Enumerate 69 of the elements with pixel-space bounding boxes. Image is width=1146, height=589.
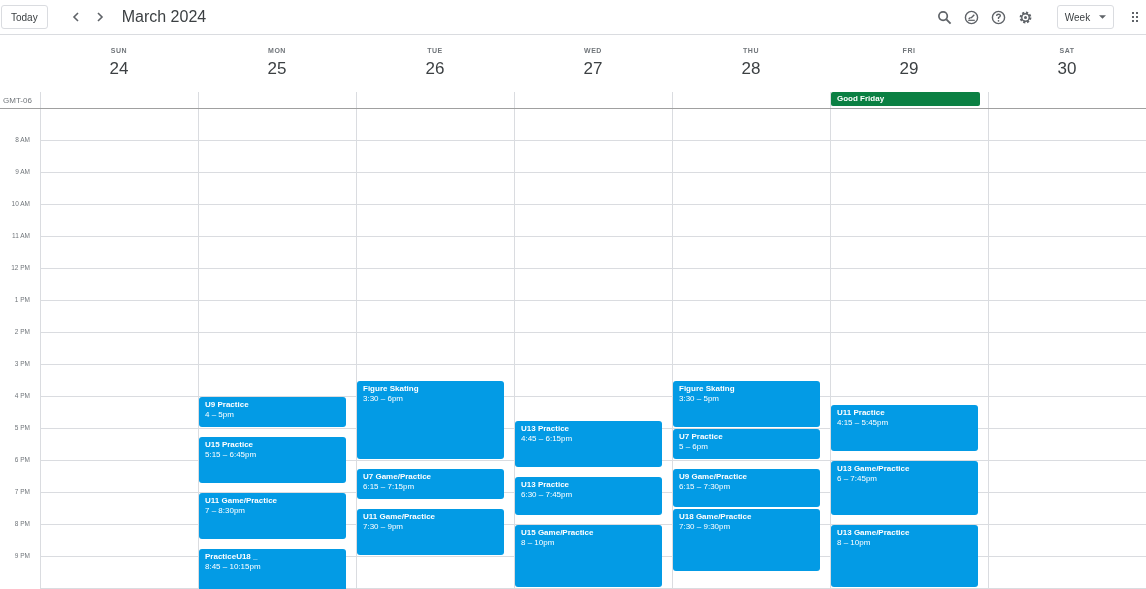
event-time: 4 – 5pm (205, 410, 234, 420)
timezone-label: GMT-06 (3, 95, 32, 105)
event-time: 4:15 – 5:45pm (837, 418, 889, 428)
apps-grid-icon[interactable] (1132, 12, 1138, 22)
event-block[interactable]: U9 Game/Practice 6:15 – 7:30pm (673, 469, 820, 507)
date-number[interactable]: 26 (425, 59, 445, 79)
event-time: 6:15 – 7:30pm (679, 482, 731, 492)
event-title: U11 Practice (837, 408, 885, 418)
event-time: 8 – 10pm (837, 538, 871, 548)
event-title: U15 Game/Practice (521, 528, 594, 538)
event-time: 7:30 – 9pm (363, 522, 404, 532)
event-title: U9 Game/Practice (679, 472, 748, 482)
event-time: 5 – 6pm (679, 442, 708, 452)
help-icon[interactable] (991, 9, 1006, 25)
date-number[interactable]: 28 (741, 59, 761, 79)
event-block[interactable]: U11 Practice 4:15 – 5:45pm (831, 405, 978, 451)
event-block[interactable]: U11 Game/Practice 7 – 8:30pm (199, 493, 346, 539)
search-icon[interactable] (937, 9, 952, 25)
event-block[interactable]: PracticeU18 _ 8:45 – 10:15pm (199, 549, 346, 589)
event-title: Figure Skating (679, 384, 735, 394)
event-time: 6:30 – 7:45pm (521, 490, 573, 500)
event-title: U13 Game/Practice (837, 528, 910, 538)
event-title: U15 Practice (205, 440, 254, 450)
event-title: U13 Practice (521, 480, 570, 490)
event-block[interactable]: U15 Practice 5:15 – 6:45pm (199, 437, 346, 483)
month-title: March 2024 (121, 8, 207, 26)
event-block[interactable]: U13 Game/Practice 6 – 7:45pm (831, 461, 978, 515)
event-block[interactable]: Figure Skating 3:30 – 5pm (673, 381, 820, 427)
event-time: 6:15 – 7:15pm (363, 482, 415, 492)
date-number[interactable]: 29 (899, 59, 919, 79)
event-time: 5:15 – 6:45pm (205, 450, 257, 460)
all-day-event[interactable]: Good Friday (831, 92, 980, 106)
event-block[interactable]: U13 Game/Practice 8 – 10pm (831, 525, 978, 587)
event-block[interactable]: U18 Game/Practice 7:30 – 9:30pm (673, 509, 820, 571)
date-number[interactable]: 24 (109, 59, 129, 79)
event-block[interactable]: U9 Practice 4 – 5pm (199, 397, 346, 427)
event-title: U18 Game/Practice (679, 512, 752, 522)
event-time: 8:45 – 10:15pm (205, 562, 261, 572)
event-title: U9 Practice (205, 400, 249, 410)
event-time: 6 – 7:45pm (837, 474, 878, 484)
event-block[interactable]: U7 Game/Practice 6:15 – 7:15pm (357, 469, 504, 499)
event-block[interactable]: U15 Game/Practice 8 – 10pm (515, 525, 662, 587)
date-number[interactable]: 25 (267, 59, 287, 79)
event-block[interactable]: U13 Practice 4:45 – 6:15pm (515, 421, 662, 467)
event-block[interactable]: U13 Practice 6:30 – 7:45pm (515, 477, 662, 515)
event-title: Figure Skating (363, 384, 419, 394)
event-time: 7 – 8:30pm (205, 506, 246, 516)
event-title: PracticeU18 _ (205, 552, 258, 562)
event-title: U13 Practice (521, 424, 570, 434)
caret-icon (1099, 15, 1107, 19)
event-title: U7 Game/Practice (363, 472, 432, 482)
event-title: U11 Game/Practice (363, 512, 436, 522)
event-time: 3:30 – 5pm (679, 394, 720, 404)
event-time: 7:30 – 9:30pm (679, 522, 731, 532)
date-number[interactable]: 30 (1057, 59, 1077, 79)
date-number[interactable]: 27 (583, 59, 603, 79)
event-title: U11 Game/Practice (205, 496, 278, 506)
event-block[interactable]: U7 Practice 5 – 6pm (673, 429, 820, 459)
event-block[interactable]: Figure Skating 3:30 – 6pm (357, 381, 504, 459)
event-time: 4:45 – 6:15pm (521, 434, 573, 444)
check-circle-icon[interactable] (964, 9, 979, 25)
today-button[interactable]: Today (1, 5, 48, 29)
event-title: U13 Game/Practice (837, 464, 910, 474)
event-title: U7 Practice (679, 432, 723, 442)
event-block[interactable]: U11 Game/Practice 7:30 – 9pm (357, 509, 504, 555)
view-dropdown[interactable]: Week (1057, 5, 1114, 29)
event-time: 8 – 10pm (521, 538, 555, 548)
settings-icon[interactable] (1018, 9, 1033, 25)
event-time: 3:30 – 6pm (363, 394, 404, 404)
